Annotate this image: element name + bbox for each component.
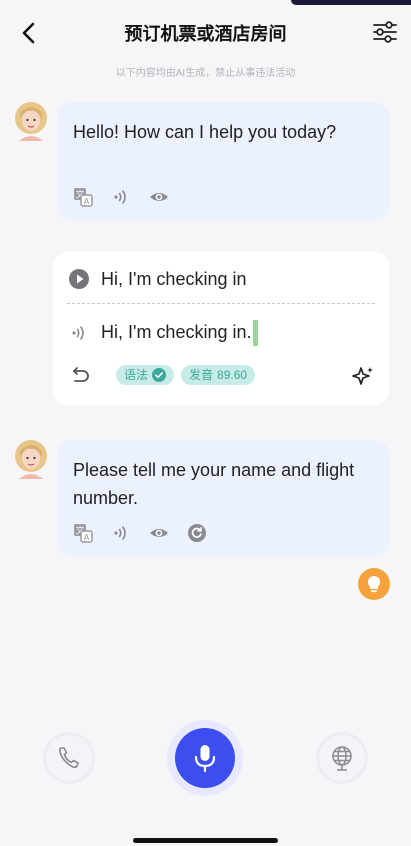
assistant-avatar [15,102,47,141]
ai-disclaimer: 以下内容均由AI生成，禁止从事违法活动 [115,68,296,79]
assistant-avatar [15,440,47,479]
audio-icon[interactable] [111,187,131,207]
mic-button[interactable] [175,728,235,788]
translate-icon[interactable]: 文 A [73,523,93,543]
text-cursor [252,320,258,346]
translate-icon[interactable]: 文 A [73,187,93,207]
svg-text:A: A [84,197,90,206]
undo-icon[interactable] [69,364,91,386]
lightbulb-icon [367,575,381,593]
page-title: 预订机票或酒店房间 [124,24,287,44]
phone-icon [58,747,79,769]
audio-icon[interactable] [111,523,131,543]
original-text: Hi, I'm checking in [101,268,247,289]
assistant-message: Hello! How can I help you today? 文 A [57,102,389,220]
message-text: Hello! How can I help you today? [73,122,337,142]
header: 预订机票或酒店房间 [0,8,411,56]
hint-bulb-button[interactable] [358,568,390,600]
svg-text:A: A [84,533,90,542]
home-indicator [133,838,278,843]
check-icon [152,368,167,382]
status-strip [0,0,411,5]
eye-icon[interactable] [149,187,169,207]
play-icon[interactable] [69,269,89,289]
phone-button[interactable] [46,735,92,781]
audio-icon[interactable] [69,323,89,343]
assistant-message: Please tell me your name and flight numb… [57,440,389,556]
globe-icon [332,746,352,771]
sliders-icon[interactable] [371,18,399,46]
message-text: Please tell me your name and flight numb… [73,460,355,508]
sparkle-icon[interactable] [351,364,375,388]
globe-button[interactable] [319,735,365,781]
microphone-icon [194,745,216,773]
transcribed-text: Hi, I'm checking in. [101,320,258,346]
pronunciation-badge[interactable]: 发音 89.60 [181,365,256,385]
grammar-badge[interactable]: 语法 [116,365,175,385]
user-message-card: Hi, I'm checking in Hi, I'm checking in.… [53,252,389,405]
refresh-icon[interactable] [187,523,207,543]
mic-button-halo [167,720,243,796]
divider [67,303,375,304]
eye-icon[interactable] [149,523,169,543]
